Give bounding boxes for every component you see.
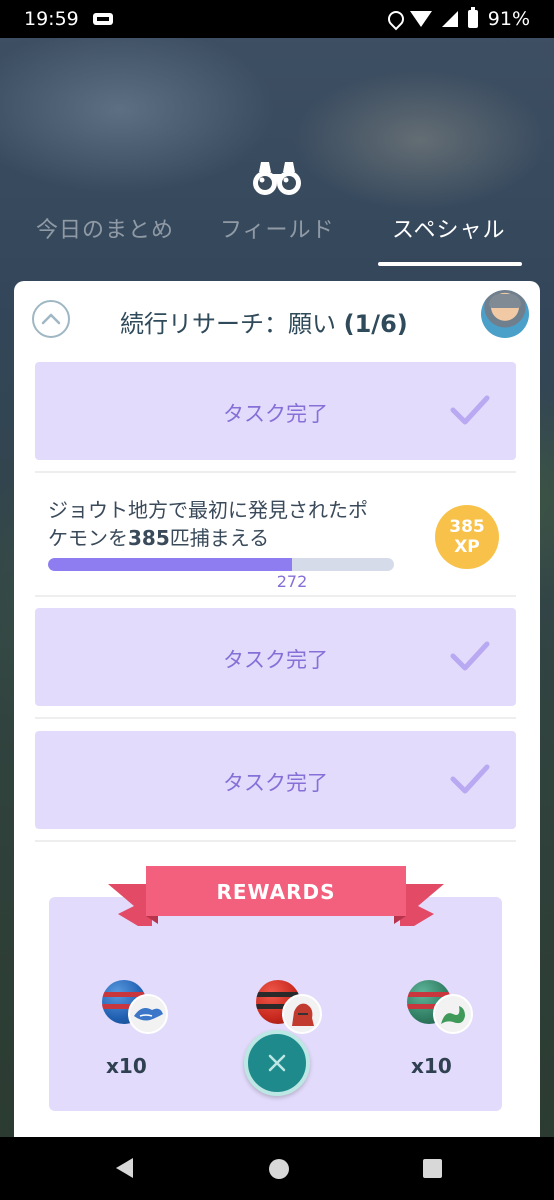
wifi-icon <box>409 11 432 27</box>
back-icon[interactable] <box>116 1158 133 1178</box>
tab-field[interactable]: フィールド <box>220 212 335 244</box>
task-progress-value: 272 <box>276 572 308 591</box>
groudon-icon <box>282 994 322 1034</box>
xp-reward-badge: 385 XP <box>435 505 499 569</box>
recent-apps-icon[interactable] <box>423 1159 442 1178</box>
xp-unit: XP <box>454 537 480 557</box>
task-description-line-1: ジョウト地方で最初に発見されたポ <box>48 498 368 522</box>
task-completed-label: タスク完了 <box>223 402 328 426</box>
home-icon[interactable] <box>269 1159 289 1179</box>
task-goal-number: 385 <box>128 526 170 550</box>
battery-icon <box>467 7 478 28</box>
close-button[interactable] <box>244 1030 310 1096</box>
rayquaza-icon <box>433 994 473 1034</box>
active-tab-indicator <box>378 262 522 266</box>
chevron-up-icon <box>41 313 61 325</box>
collapse-button[interactable] <box>32 300 70 338</box>
research-title-text: 続行リサーチ：願い <box>120 310 336 338</box>
status-bar: 19:59 91% <box>0 0 554 38</box>
rewards-title: REWARDS <box>216 880 336 904</box>
divider <box>35 840 516 842</box>
game-controller-icon <box>92 13 113 25</box>
close-icon <box>268 1054 286 1072</box>
task-description: ジョウト地方で最初に発見されたポ ケモンを385匹捕まえる <box>48 496 418 552</box>
divider <box>35 471 516 473</box>
location-icon <box>388 11 400 27</box>
tab-special[interactable]: スペシャル <box>392 212 505 244</box>
task-completed: タスク完了 <box>35 608 516 706</box>
tab-today-summary[interactable]: 今日のまとめ <box>36 212 174 244</box>
task-completed-label: タスク完了 <box>223 771 328 795</box>
task-description-line-2: ケモンを385匹捕まえる <box>48 524 418 552</box>
task-completed: タスク完了 <box>35 362 516 460</box>
task-text-part: 匹捕まえる <box>169 526 270 550</box>
research-title-count: (1/6) <box>343 310 408 338</box>
check-icon <box>450 641 490 671</box>
reward-quantity: x10 <box>411 1054 452 1078</box>
tab-bar: 今日のまとめ フィールド スペシャル <box>0 212 554 268</box>
check-icon <box>450 764 490 794</box>
xp-amount: 385 <box>449 517 485 537</box>
task-completed-label: タスク完了 <box>223 648 328 672</box>
reward-item[interactable] <box>407 980 477 1040</box>
reward-item[interactable] <box>102 980 172 1040</box>
task-progress-fill <box>48 558 293 571</box>
task-completed: タスク完了 <box>35 731 516 829</box>
reward-quantity: x10 <box>106 1054 147 1078</box>
binoculars-icon <box>253 162 301 195</box>
signal-icon <box>441 11 458 27</box>
status-time: 19:59 <box>24 8 79 30</box>
kyogre-icon <box>128 994 168 1034</box>
divider <box>35 595 516 597</box>
divider <box>35 717 516 719</box>
task-text-part: ケモンを <box>48 526 128 550</box>
battery-percent: 91% <box>487 8 530 30</box>
research-title: 続行リサーチ：願い (1/6) <box>120 304 408 339</box>
professor-avatar <box>481 290 529 338</box>
check-icon <box>450 395 490 425</box>
task-progress-bar <box>48 558 394 571</box>
